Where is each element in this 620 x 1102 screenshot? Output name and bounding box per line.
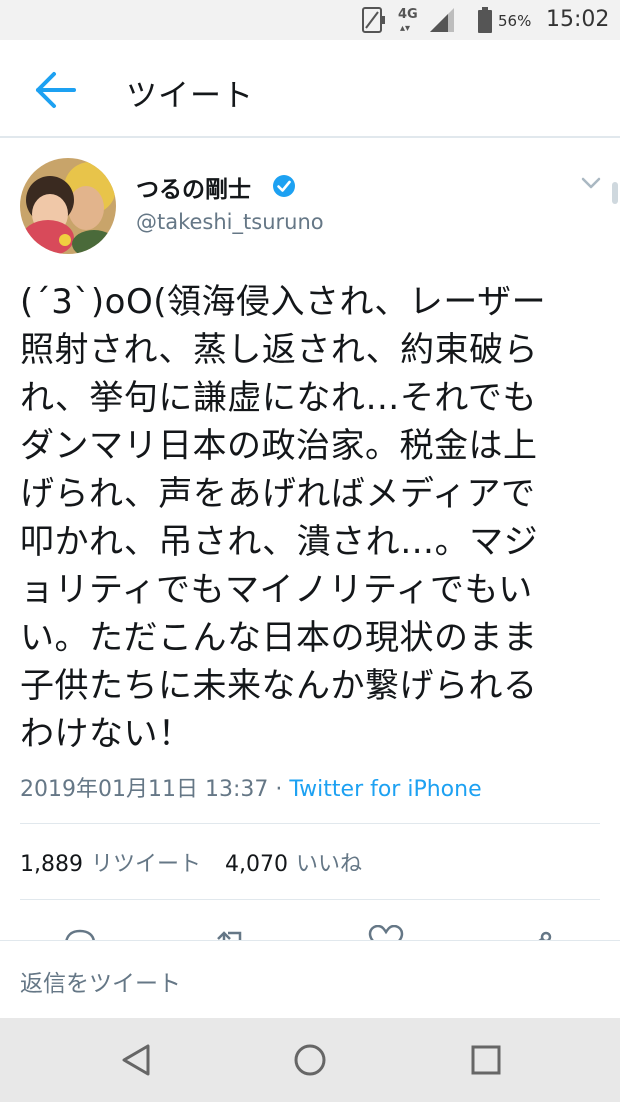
tweet-source-link[interactable]: Twitter for iPhone (289, 777, 481, 802)
like-count[interactable]: 4,070 (225, 852, 288, 877)
tweet-meta: 2019年01月11日 13:37 · Twitter for iPhone (20, 771, 482, 803)
user-display-name[interactable]: つるの剛士 (136, 170, 251, 204)
share-icon[interactable] (520, 925, 560, 941)
tweet-actions (0, 915, 620, 941)
app-header: ツイート (0, 40, 620, 138)
status-clock: 15:02 (546, 7, 610, 32)
battery-percent: 56% (498, 12, 532, 30)
reply-input[interactable]: 返信をツイート (20, 964, 181, 998)
reply-composer[interactable]: 返信をツイート (0, 940, 620, 1018)
system-navigation-bar (0, 1018, 620, 1102)
recents-square-icon[interactable] (468, 1042, 504, 1078)
heart-icon[interactable] (366, 925, 406, 941)
verified-badge-icon (273, 175, 295, 197)
network-type: 4G (398, 7, 418, 22)
page-title: ツイート (126, 78, 254, 114)
chevron-down-icon[interactable] (579, 174, 603, 192)
divider (20, 823, 600, 824)
status-bar: 4G ▴▾ 56% 15:02 (0, 0, 620, 40)
back-triangle-icon[interactable] (118, 1042, 154, 1078)
like-label[interactable]: いいね (296, 852, 362, 877)
tweet-timestamp: 2019年01月11日 13:37 (20, 777, 269, 802)
battery-icon (478, 7, 492, 33)
sim-card-icon (362, 7, 385, 33)
reply-icon[interactable] (60, 925, 100, 941)
scrollbar[interactable] (612, 182, 618, 204)
back-arrow-icon[interactable] (34, 70, 76, 110)
retweet-label[interactable]: リツイート (91, 852, 201, 877)
signal-strength-icon (430, 8, 454, 32)
user-handle[interactable]: @takeshi_tsuruno (136, 210, 324, 234)
tweet-stats: 1,889 リツイート 4,070 いいね (20, 846, 362, 878)
home-circle-icon[interactable] (292, 1042, 328, 1078)
network-activity-icon: ▴▾ (400, 23, 411, 34)
divider (20, 899, 600, 900)
retweet-count[interactable]: 1,889 (20, 852, 83, 877)
avatar[interactable] (20, 158, 116, 254)
retweet-icon[interactable] (210, 925, 250, 941)
tweet-text: (´3`)oO(領海侵入され、レーザー 照射され、蒸し返され、約束破ら れ、挙句… (20, 282, 547, 754)
meta-separator: · (275, 777, 283, 802)
